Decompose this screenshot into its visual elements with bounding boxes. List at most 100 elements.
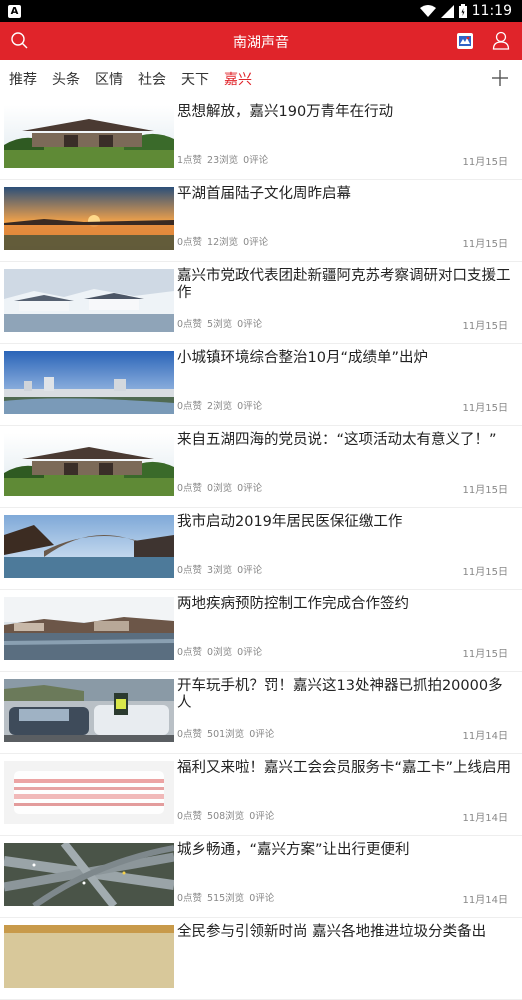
like-count: 1点赞 xyxy=(177,155,203,166)
news-title: 我市启动2019年居民医保征缴工作 xyxy=(177,514,403,530)
tab-world[interactable]: 天下 xyxy=(181,69,209,89)
view-count: 0浏览 xyxy=(207,483,233,494)
news-thumbnail xyxy=(4,187,174,250)
news-thumbnail xyxy=(4,515,174,578)
news-date: 11月15日 xyxy=(462,649,508,660)
news-item[interactable]: 福利又来啦！嘉兴工会会员服务卡“嘉工卡”上线启用 0点赞 508浏览 0评论 11月14… xyxy=(0,754,522,836)
view-count: 3浏览 xyxy=(207,565,233,576)
news-thumbnail xyxy=(4,597,174,660)
comment-count: 0评论 xyxy=(237,401,263,412)
like-count: 0点赞 xyxy=(177,729,203,740)
status-bar: A 11:19 xyxy=(0,0,522,22)
news-thumbnail xyxy=(4,679,174,742)
news-meta: 0点赞 3浏览 0评论 xyxy=(177,562,267,576)
news-title: 两地疾病预防控制工作完成合作签约 xyxy=(177,596,409,612)
news-date: 11月15日 xyxy=(462,157,508,168)
view-count: 12浏览 xyxy=(207,237,239,248)
like-count: 0点赞 xyxy=(177,565,203,576)
view-count: 515浏览 xyxy=(207,893,245,904)
comment-count: 0评论 xyxy=(249,893,275,904)
news-thumbnail xyxy=(4,269,174,332)
news-meta: 0点赞 2浏览 0评论 xyxy=(177,398,267,412)
news-title: 开车玩手机？罚！嘉兴这13处神器已抓拍20000多人 xyxy=(177,678,503,711)
comment-count: 0评论 xyxy=(249,811,275,822)
news-title: 城乡畅通，“嘉兴方案”让出行更便利 xyxy=(177,842,410,858)
tab-district[interactable]: 区情 xyxy=(95,69,123,89)
wifi-icon xyxy=(419,4,436,17)
news-item[interactable]: 开车玩手机？罚！嘉兴这13处神器已抓拍20000多人 0点赞 501浏览 0评论 11月… xyxy=(0,672,522,754)
news-item[interactable]: 城乡畅通，“嘉兴方案”让出行更便利 0点赞 515浏览 0评论 11月14日 xyxy=(0,836,522,918)
news-date: 11月14日 xyxy=(462,895,508,906)
comment-count: 0评论 xyxy=(237,647,263,658)
view-count: 23浏览 xyxy=(207,155,239,166)
news-date: 11月15日 xyxy=(462,321,508,332)
tab-headlines[interactable]: 头条 xyxy=(52,69,80,89)
app-logo-icon[interactable] xyxy=(457,33,473,49)
news-date: 11月15日 xyxy=(462,485,508,496)
page-title: 南湖声音 xyxy=(233,35,289,51)
comment-count: 0评论 xyxy=(237,565,263,576)
news-title: 思想解放，嘉兴190万青年在行动 xyxy=(177,104,394,120)
news-item[interactable]: 思想解放，嘉兴190万青年在行动 1点赞 23浏览 0评论 11月15日 xyxy=(0,98,522,180)
comment-count: 0评论 xyxy=(243,155,269,166)
like-count: 0点赞 xyxy=(177,811,203,822)
news-meta: 0点赞 0浏览 0评论 xyxy=(177,480,267,494)
news-meta: 0点赞 12浏览 0评论 xyxy=(177,234,273,248)
app-header: 南湖声音 xyxy=(0,22,522,60)
battery-icon xyxy=(458,4,467,18)
news-title: 嘉兴市党政代表团赴新疆阿克苏考察调研对口支援工作 xyxy=(177,268,511,301)
search-icon[interactable] xyxy=(10,31,29,50)
tab-society[interactable]: 社会 xyxy=(138,69,166,89)
news-title: 全民参与引领新时尚 嘉兴各地推进垃圾分类备出 xyxy=(177,924,487,940)
like-count: 0点赞 xyxy=(177,237,203,248)
news-date: 11月14日 xyxy=(462,813,508,824)
signal-icon xyxy=(440,4,454,18)
view-count: 508浏览 xyxy=(207,811,245,822)
view-count: 5浏览 xyxy=(207,319,233,330)
news-meta: 1点赞 23浏览 0评论 xyxy=(177,152,273,166)
news-item[interactable]: 平湖首届陆子文化周昨启幕 0点赞 12浏览 0评论 11月15日 xyxy=(0,180,522,262)
news-meta: 0点赞 508浏览 0评论 xyxy=(177,808,279,822)
like-count: 0点赞 xyxy=(177,893,203,904)
news-thumbnail xyxy=(4,351,174,414)
add-tab-icon[interactable] xyxy=(491,69,509,87)
comment-count: 0评论 xyxy=(237,319,263,330)
news-meta: 0点赞 501浏览 0评论 xyxy=(177,726,279,740)
view-count: 501浏览 xyxy=(207,729,245,740)
view-count: 2浏览 xyxy=(207,401,233,412)
news-thumbnail xyxy=(4,925,174,988)
news-thumbnail xyxy=(4,843,174,906)
news-list: 思想解放，嘉兴190万青年在行动 1点赞 23浏览 0评论 11月15日 平湖首届陆子文化… xyxy=(0,98,522,1000)
news-title: 福利又来啦！嘉兴工会会员服务卡“嘉工卡”上线启用 xyxy=(177,760,512,776)
news-thumbnail xyxy=(4,433,174,496)
news-item[interactable]: 嘉兴市党政代表团赴新疆阿克苏考察调研对口支援工作 0点赞 5浏览 0评论 11月15日 xyxy=(0,262,522,344)
news-meta: 0点赞 5浏览 0评论 xyxy=(177,316,267,330)
news-item[interactable]: 两地疾病预防控制工作完成合作签约 0点赞 0浏览 0评论 11月15日 xyxy=(0,590,522,672)
news-title: 来自五湖四海的党员说：“这项活动太有意义了！” xyxy=(177,432,497,448)
news-item[interactable]: 全民参与引领新时尚 嘉兴各地推进垃圾分类备出 xyxy=(0,918,522,1000)
news-date: 11月15日 xyxy=(462,403,508,414)
news-thumbnail xyxy=(4,105,174,168)
news-meta: 0点赞 515浏览 0评论 xyxy=(177,890,279,904)
comment-count: 0评论 xyxy=(249,729,275,740)
comment-count: 0评论 xyxy=(243,237,269,248)
news-meta: 0点赞 0浏览 0评论 xyxy=(177,644,267,658)
news-date: 11月14日 xyxy=(462,731,508,742)
news-item[interactable]: 我市启动2019年居民医保征缴工作 0点赞 3浏览 0评论 11月15日 xyxy=(0,508,522,590)
tab-recommend[interactable]: 推荐 xyxy=(9,69,37,89)
user-icon[interactable] xyxy=(492,31,510,50)
view-count: 0浏览 xyxy=(207,647,233,658)
like-count: 0点赞 xyxy=(177,319,203,330)
news-item[interactable]: 小城镇环境综合整治10月“成绩单”出炉 0点赞 2浏览 0评论 11月15日 xyxy=(0,344,522,426)
like-count: 0点赞 xyxy=(177,483,203,494)
tab-jiaxing[interactable]: 嘉兴 xyxy=(224,69,252,89)
news-title: 平湖首届陆子文化周昨启幕 xyxy=(177,186,351,202)
news-item[interactable]: 来自五湖四海的党员说：“这项活动太有意义了！” 0点赞 0浏览 0评论 11月15日 xyxy=(0,426,522,508)
news-date: 11月15日 xyxy=(462,567,508,578)
news-title: 小城镇环境综合整治10月“成绩单”出炉 xyxy=(177,350,428,366)
like-count: 0点赞 xyxy=(177,647,203,658)
news-date: 11月15日 xyxy=(462,239,508,250)
like-count: 0点赞 xyxy=(177,401,203,412)
news-thumbnail xyxy=(4,761,174,824)
notification-icon: A xyxy=(8,4,21,18)
